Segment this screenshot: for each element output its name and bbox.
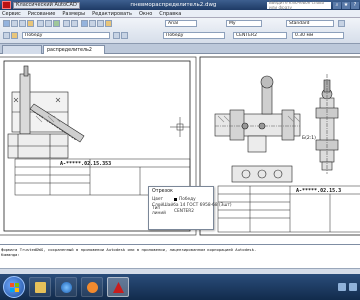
redo-icon[interactable] xyxy=(71,20,78,27)
pan-icon[interactable] xyxy=(81,20,88,27)
tooltip-linetype-value: CENTER2 xyxy=(174,208,194,214)
right-stamp-code: А-*****.02.15.3 xyxy=(296,188,341,194)
lineweight-dropdown[interactable]: 0.30 мм xyxy=(292,32,344,39)
tooltip-title: Отрезок xyxy=(152,189,173,194)
paste-icon[interactable] xyxy=(53,20,60,27)
print-icon[interactable] xyxy=(27,20,34,27)
table-style-dropdown[interactable]: Standard xyxy=(286,20,334,27)
start-button[interactable] xyxy=(3,276,25,298)
object-tooltip: Отрезок Цвет Победу Слой Шайба 14 ГОСТ 6… xyxy=(148,186,232,230)
right-section-view xyxy=(214,75,301,153)
crosshair-cursor xyxy=(170,117,190,137)
multileader-icon[interactable] xyxy=(338,20,345,27)
dim-style-value: My xyxy=(229,21,236,26)
layer-previous-icon[interactable] xyxy=(113,32,120,39)
layer-dropdown-value: Победу xyxy=(25,33,43,38)
tab-previous-drawing[interactable] xyxy=(2,45,42,54)
menu-draw[interactable]: Рисование xyxy=(28,11,56,17)
table-style-value: Standard xyxy=(289,21,310,26)
tab-active-label: распределитель2 xyxy=(47,47,92,53)
tooltip-linetype-key: Тип линий xyxy=(152,206,166,216)
title-bar: Классический AutoCAD пневмораспределител… xyxy=(0,0,360,10)
lineweight-dropdown-value: 0.30 мм xyxy=(295,33,314,38)
taskbar-autocad-button[interactable] xyxy=(107,277,129,297)
tooltip-row-linetype: Тип линий CENTER2 xyxy=(152,206,210,216)
workspace-label: Классический AutoCAD xyxy=(16,2,77,8)
new-icon[interactable] xyxy=(3,20,10,27)
color-dropdown-value: Победу xyxy=(166,33,184,38)
toolbar-area: Победу Arial My Standard Победу CENTER2 … xyxy=(0,18,360,44)
tab-active-drawing[interactable]: распределитель2 xyxy=(43,45,105,54)
left-assembly-drawing xyxy=(7,65,85,159)
copy-icon[interactable] xyxy=(45,20,52,27)
autocad-icon xyxy=(113,282,124,293)
taskbar-browser-button[interactable] xyxy=(55,277,77,297)
right-side-view xyxy=(315,74,339,174)
menu-dimensions[interactable]: Размеры xyxy=(62,11,85,17)
menu-service[interactable]: Сервис xyxy=(2,11,21,17)
search-input[interactable]: Введите ключевое слово или фразу xyxy=(267,0,331,10)
command-prompt[interactable]: Команда: xyxy=(1,252,359,257)
tooltip-color-value: Победу xyxy=(179,196,196,202)
tooltip-color-value-wrap: Победу xyxy=(174,197,196,202)
windows-taskbar xyxy=(0,274,360,300)
text-style-value: Arial xyxy=(168,21,179,26)
help-icon[interactable]: ? xyxy=(351,1,359,9)
layer-state-icon[interactable] xyxy=(11,32,18,39)
workspace-dropdown[interactable]: Классический AutoCAD xyxy=(13,1,80,9)
folder-icon xyxy=(35,282,46,293)
taskbar-media-button[interactable] xyxy=(81,277,103,297)
detail-annotation: Б(2:1) xyxy=(302,135,316,141)
properties-icon[interactable] xyxy=(97,20,104,27)
linetype-dropdown-value: CENTER2 xyxy=(236,33,257,38)
color-dropdown[interactable]: Победу xyxy=(163,32,225,39)
media-player-icon xyxy=(87,282,98,293)
layer-manager-icon[interactable] xyxy=(3,32,10,39)
right-plan-view xyxy=(231,165,293,183)
layer-match-icon[interactable] xyxy=(121,32,128,39)
star-icon[interactable]: ★ xyxy=(342,1,350,9)
taskbar-explorer-button[interactable] xyxy=(29,277,51,297)
dim-style-dropdown[interactable]: My xyxy=(226,20,262,27)
menu-modify[interactable]: Редактировать xyxy=(92,11,132,17)
color-swatch-icon xyxy=(174,197,177,201)
window-title: пневмораспределитель2.dwg xyxy=(130,2,217,8)
undo-icon[interactable] xyxy=(63,20,70,27)
text-style-dropdown[interactable]: Arial xyxy=(165,20,197,27)
menu-help[interactable]: Справка xyxy=(159,11,181,17)
open-icon[interactable] xyxy=(11,20,18,27)
drawing-canvas[interactable]: А-*****.02.15.353 Б(2:1) А-*****.02.15.3… xyxy=(0,54,360,244)
linetype-dropdown[interactable]: CENTER2 xyxy=(233,32,287,39)
tray-network-icon[interactable] xyxy=(338,283,346,291)
layer-dropdown[interactable]: Победу xyxy=(22,32,110,39)
save-icon[interactable] xyxy=(19,20,26,27)
browser-icon xyxy=(61,282,72,293)
binoculars-icon[interactable]: ⌕ xyxy=(333,1,341,9)
zoom-icon[interactable] xyxy=(89,20,96,27)
cut-icon[interactable] xyxy=(37,20,44,27)
left-stamp-code: А-*****.02.15.353 xyxy=(60,161,111,167)
command-line[interactable]: формата TrustedDWG, сохраненный в прилож… xyxy=(0,244,360,268)
menu-bar: Сервис Рисование Размеры Редактировать О… xyxy=(0,10,360,18)
design-center-icon[interactable] xyxy=(105,20,112,27)
tray-volume-icon[interactable] xyxy=(349,283,357,291)
autocad-logo-icon[interactable] xyxy=(2,1,11,9)
document-tabs: распределитель2 xyxy=(0,44,360,54)
tooltip-color-key: Цвет xyxy=(152,196,164,202)
menu-window[interactable]: Окно xyxy=(139,11,152,17)
